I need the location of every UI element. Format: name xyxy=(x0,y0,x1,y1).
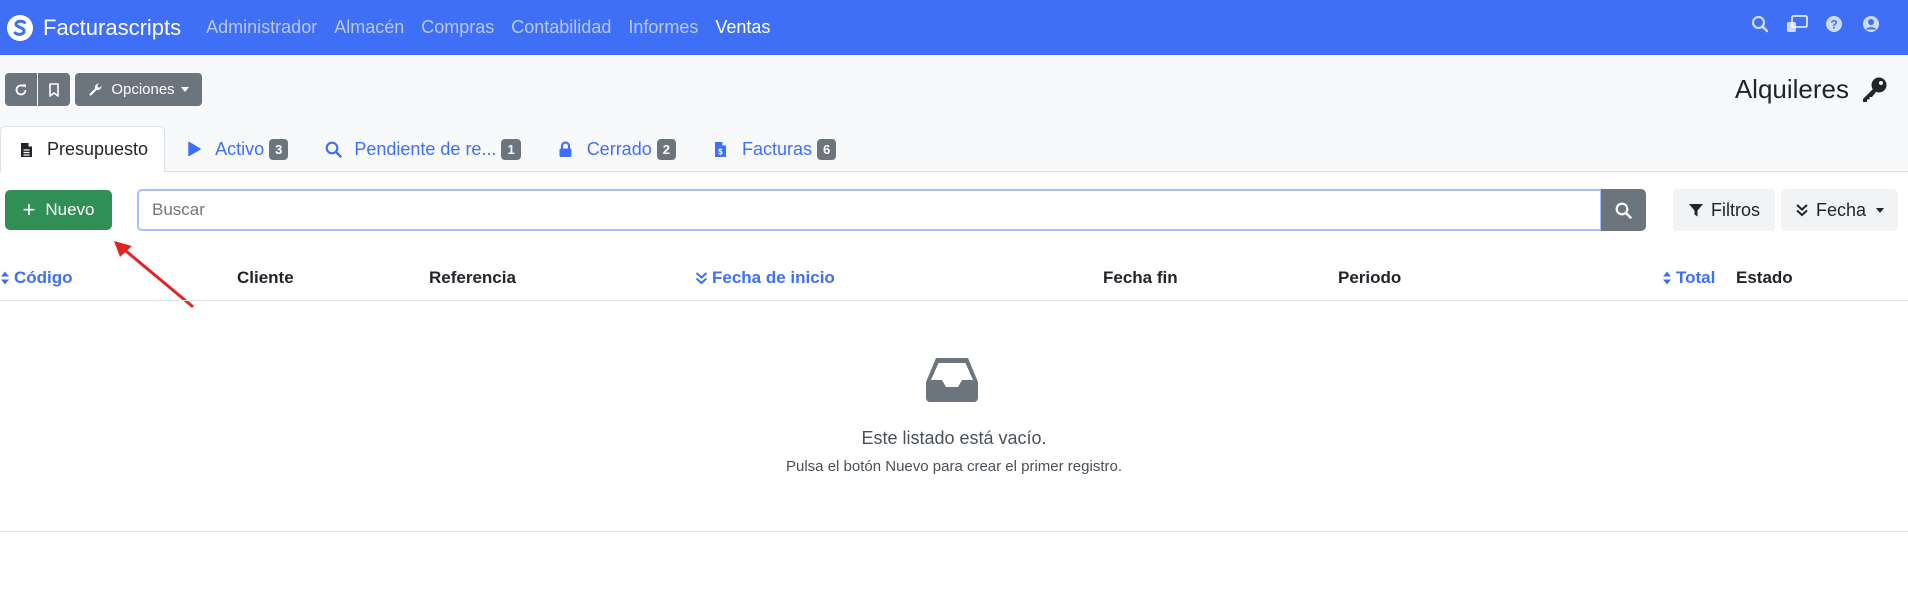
column-label: Total xyxy=(1676,268,1716,287)
facturascripts-logo-icon xyxy=(7,14,33,41)
page-header: Alquileres xyxy=(1735,74,1888,105)
search-input[interactable] xyxy=(137,189,1602,231)
tab-presupuesto[interactable]: Presupuesto xyxy=(0,126,166,173)
user-icon[interactable] xyxy=(1860,13,1882,35)
divider xyxy=(0,531,1908,532)
column-referencia[interactable]: Referencia xyxy=(429,268,516,288)
column-label: Estado xyxy=(1736,268,1793,287)
tab-activo[interactable]: Activo 3 xyxy=(169,126,304,172)
column-total[interactable]: Total xyxy=(1662,268,1715,288)
lock-icon xyxy=(557,140,575,158)
new-button-label: Nuevo xyxy=(45,200,95,219)
new-button[interactable]: + Nuevo xyxy=(5,190,112,230)
filters-button[interactable]: Filtros xyxy=(1673,189,1775,231)
tab-label: Facturas xyxy=(741,138,812,159)
navbar-right-icons: ? xyxy=(1734,13,1882,35)
table-header: Código Cliente Referencia Fecha de inici… xyxy=(0,262,1908,301)
key-icon xyxy=(1863,77,1887,102)
main-menu: Administrador Almacén Compras Contabilid… xyxy=(206,17,787,38)
svg-text:$: $ xyxy=(719,147,724,156)
menu-ventas[interactable]: Ventas xyxy=(715,17,770,38)
chevron-down-icon xyxy=(1876,207,1885,213)
tabs: Presupuesto Activo 3 Pendiente de re... … xyxy=(0,126,856,173)
count-badge: 3 xyxy=(269,138,289,160)
tab-cerrado[interactable]: Cerrado 2 xyxy=(541,126,692,172)
empty-title: Este listado está vacío. xyxy=(861,428,1047,448)
sort-icon xyxy=(1663,271,1671,285)
tab-label: Pendiente de re... xyxy=(354,138,497,159)
order-label: Fecha xyxy=(1815,199,1867,220)
column-periodo[interactable]: Periodo xyxy=(1338,268,1401,288)
column-cliente[interactable]: Cliente xyxy=(237,268,294,288)
bookmark-button[interactable] xyxy=(38,73,70,106)
count-badge: 1 xyxy=(501,138,521,160)
tab-label: Cerrado xyxy=(586,138,652,159)
bookmark-icon xyxy=(49,82,59,97)
options-button[interactable]: Opciones xyxy=(75,73,202,106)
tab-facturas[interactable]: $ Facturas 6 xyxy=(696,126,852,172)
search-icon xyxy=(1615,202,1632,219)
menu-almacen[interactable]: Almacén xyxy=(334,17,404,38)
count-badge: 6 xyxy=(816,138,837,160)
order-button[interactable]: Fecha xyxy=(1781,189,1898,231)
play-icon xyxy=(185,140,203,158)
column-label: Referencia xyxy=(429,268,516,287)
search-icon[interactable] xyxy=(1749,13,1771,35)
toolbar-area: Opciones Alquileres Presupuesto Activo 3 xyxy=(0,55,1908,173)
remote-desktop-icon[interactable] xyxy=(1786,13,1808,35)
tab-label: Activo xyxy=(215,138,265,159)
toolbar-buttons: Opciones xyxy=(5,73,202,106)
help-icon[interactable]: ? xyxy=(1823,13,1845,35)
reload-button[interactable] xyxy=(5,73,37,106)
tab-label: Presupuesto xyxy=(47,139,149,159)
column-label: Cliente xyxy=(237,268,294,287)
menu-compras[interactable]: Compras xyxy=(421,17,494,38)
column-fecha-fin[interactable]: Fecha fin xyxy=(1103,268,1178,288)
column-estado[interactable]: Estado xyxy=(1736,268,1793,288)
double-chevron-down-icon xyxy=(695,272,708,285)
count-badge: 2 xyxy=(656,138,676,160)
menu-administrador[interactable]: Administrador xyxy=(206,17,317,38)
brand[interactable]: Facturascripts xyxy=(6,14,181,42)
menu-contabilidad[interactable]: Contabilidad xyxy=(511,17,611,38)
tab-pendiente[interactable]: Pendiente de re... 1 xyxy=(308,126,536,172)
top-navbar: Facturascripts Administrador Almacén Com… xyxy=(0,0,1908,55)
invoice-icon: $ xyxy=(712,140,730,158)
page-title: Alquileres xyxy=(1734,74,1849,104)
brand-name: Facturascripts xyxy=(43,14,182,40)
sort-icon xyxy=(1,271,9,285)
column-label: Fecha de inicio xyxy=(712,268,835,287)
column-label: Periodo xyxy=(1338,268,1402,287)
inbox-icon xyxy=(926,358,978,402)
wrench-icon xyxy=(89,83,102,96)
reload-icon xyxy=(15,83,27,95)
search-icon xyxy=(324,140,342,158)
filter-icon xyxy=(1689,204,1703,217)
options-label: Opciones xyxy=(111,81,175,98)
plus-icon: + xyxy=(22,197,36,222)
search-button[interactable] xyxy=(1601,189,1646,231)
empty-subtitle: Pulsa el botón Nuevo para crear el prime… xyxy=(786,458,1122,475)
svg-text:?: ? xyxy=(1830,18,1837,32)
filters-label: Filtros xyxy=(1711,199,1760,220)
column-label: Fecha fin xyxy=(1103,268,1178,287)
column-codigo[interactable]: Código xyxy=(0,268,73,288)
column-fecha-inicio[interactable]: Fecha de inicio xyxy=(695,268,835,288)
document-icon xyxy=(17,141,35,159)
column-label: Código xyxy=(14,268,73,287)
double-chevron-down-icon xyxy=(1796,204,1808,217)
chevron-down-icon xyxy=(180,87,189,92)
menu-informes[interactable]: Informes xyxy=(628,17,698,38)
